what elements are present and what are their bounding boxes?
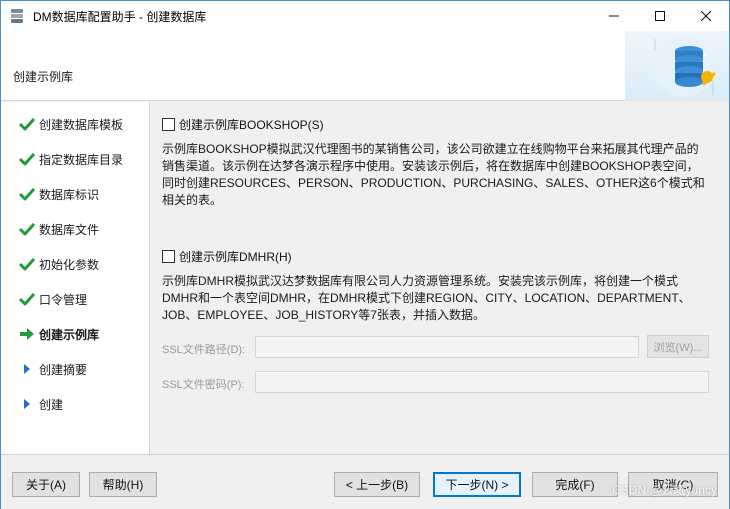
step-database-files: 数据库文件 — [1, 218, 150, 240]
minimize-icon — [609, 15, 619, 17]
step-label: 数据库标识 — [39, 187, 100, 202]
previous-button[interactable]: < 上一步(B) — [334, 472, 420, 497]
maximize-button[interactable] — [637, 1, 683, 31]
dmhr-checkbox[interactable] — [162, 250, 175, 263]
wizard-window: DM数据库配置助手 - 创建数据库 创建示例库 创建数据库模板 指定数据库目录 … — [0, 0, 730, 509]
bookshop-desc-line: 同时创建RESOURCES、PERSON、PRODUCTION、PURCHASI… — [162, 176, 705, 190]
triangle-right-icon — [17, 361, 37, 377]
check-icon — [17, 116, 37, 132]
browse-button[interactable]: 浏览(W)... — [647, 335, 709, 358]
check-icon — [17, 256, 37, 272]
close-icon — [701, 11, 711, 21]
wizard-content: 创建示例库BOOKSHOP(S) 示例库BOOKSHOP模拟武汉代理图书的某销售… — [151, 102, 729, 454]
step-label: 数据库文件 — [39, 222, 100, 237]
step-label: 口令管理 — [39, 292, 88, 307]
step-database-identifier: 数据库标识 — [1, 183, 150, 205]
step-label: 初始化参数 — [39, 257, 100, 272]
database-app-icon — [9, 8, 25, 24]
check-icon — [17, 186, 37, 202]
bookshop-description: 示例库BOOKSHOP模拟武汉代理图书的某销售公司，该公司欲建立在线购物平台来拓… — [162, 141, 718, 209]
bookshop-checkbox-label[interactable]: 创建示例库BOOKSHOP(S) — [179, 116, 324, 133]
title-bar: DM数据库配置助手 - 创建数据库 — [1, 1, 729, 31]
finish-button[interactable]: 完成(F) — [532, 472, 618, 497]
help-button[interactable]: 帮助(H) — [89, 472, 157, 497]
dmhr-description: 示例库DMHR模拟武汉达梦数据库有限公司人力资源管理系统。安装完该示例库，将创建… — [162, 273, 718, 324]
ssl-path-input[interactable] — [255, 336, 639, 358]
minimize-button[interactable] — [591, 1, 637, 31]
about-button[interactable]: 关于(A) — [12, 472, 80, 497]
step-database-directory: 指定数据库目录 — [1, 148, 150, 170]
step-create-template: 创建数据库模板 — [1, 113, 150, 135]
window-controls — [591, 1, 729, 31]
step-label: 创建 — [39, 397, 64, 412]
step-create-sample-db: 创建示例库 — [1, 323, 150, 345]
check-icon — [17, 221, 37, 237]
ssl-path-label: SSL文件路径(D): — [162, 344, 246, 356]
step-create: 创建 — [1, 393, 150, 415]
step-password-management: 口令管理 — [1, 288, 150, 310]
step-label: 指定数据库目录 — [39, 152, 124, 167]
bookshop-checkbox[interactable] — [162, 118, 175, 131]
step-init-params: 初始化参数 — [1, 253, 150, 275]
csdn-watermark: CSDN @云曦yuncy — [612, 483, 717, 497]
check-icon — [17, 151, 37, 167]
step-summary: 创建摘要 — [1, 358, 150, 380]
bookshop-checkbox-row[interactable]: 创建示例库BOOKSHOP(S) — [162, 116, 324, 133]
next-button[interactable]: 下一步(N) > — [433, 472, 521, 497]
ssl-password-input[interactable] — [255, 371, 709, 393]
arrow-right-icon — [17, 326, 37, 342]
step-label: 创建摘要 — [39, 362, 88, 377]
triangle-right-icon — [17, 396, 37, 412]
check-icon — [17, 291, 37, 307]
dmhr-desc-line: JOB、EMPLOYEE、JOB_HISTORY等7张表，并插入数据。 — [162, 308, 485, 322]
wizard-steps-sidebar: 创建数据库模板 指定数据库目录 数据库标识 数据库文件 初始化参数 口令管理 创… — [1, 102, 150, 454]
dmhr-desc-line: DMHR和一个表空间DMHR，在DMHR模式下创建REGION、CITY、LOC… — [162, 291, 691, 305]
bookshop-desc-line: 销售渠道。该示例在达梦各演示程序中使用。安装该示例后，将在数据库中创建BOOKS… — [162, 159, 699, 173]
bookshop-desc-line: 相关的表。 — [162, 193, 223, 207]
ssl-password-label: SSL文件密码(P): — [162, 379, 245, 391]
dmhr-checkbox-row[interactable]: 创建示例库DMHR(H) — [162, 248, 292, 265]
step-label: 创建示例库 — [39, 327, 100, 342]
wizard-header: 创建示例库 — [1, 31, 729, 101]
step-label: 创建数据库模板 — [39, 117, 124, 132]
window-title: DM数据库配置助手 - 创建数据库 — [33, 9, 207, 24]
dmhr-desc-line: 示例库DMHR模拟武汉达梦数据库有限公司人力资源管理系统。安装完该示例库，将创建… — [162, 274, 678, 288]
dmhr-checkbox-label[interactable]: 创建示例库DMHR(H) — [179, 248, 292, 265]
page-title: 创建示例库 — [13, 70, 74, 84]
database-config-banner-icon — [625, 31, 729, 101]
close-button[interactable] — [683, 1, 729, 31]
bookshop-desc-line: 示例库BOOKSHOP模拟武汉代理图书的某销售公司，该公司欲建立在线购物平台来拓… — [162, 142, 699, 156]
maximize-icon — [655, 11, 665, 21]
